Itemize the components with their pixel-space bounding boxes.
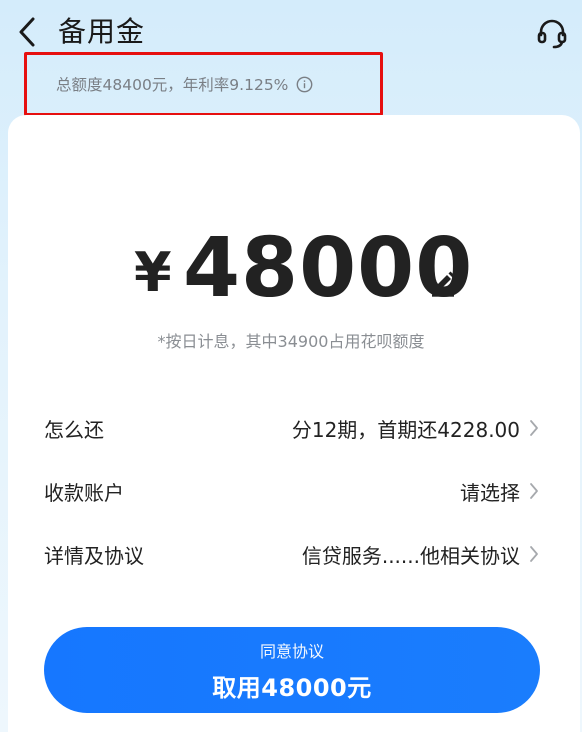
- credit-summary-text: 总额度48400元，年利率9.125%: [56, 76, 289, 94]
- agree-agreement-label: 同意协议: [259, 641, 324, 661]
- borrow-amount-label: 取用48000元: [212, 673, 372, 702]
- row-label: 收款账户: [44, 480, 124, 505]
- back-button[interactable]: [10, 12, 44, 52]
- details-agreement-row[interactable]: 详情及协议 信贷服务......他相关协议: [44, 534, 540, 574]
- info-icon[interactable]: [296, 76, 313, 93]
- chevron-right-icon: [528, 418, 540, 438]
- currency-symbol: ¥: [134, 241, 172, 304]
- headset-icon: [537, 19, 567, 49]
- row-label: 怎么还: [44, 417, 104, 442]
- confirm-borrow-button[interactable]: 同意协议 取用48000元: [44, 627, 540, 713]
- chevron-left-icon: [19, 17, 35, 47]
- repayment-plan-row[interactable]: 怎么还 分12期，首期还4228.00: [44, 408, 540, 448]
- row-value: 分12期，首期还4228.00: [291, 417, 520, 442]
- pencil-icon: [432, 271, 455, 297]
- row-value: 信贷服务......他相关协议: [301, 543, 520, 568]
- page-title: 备用金: [58, 15, 146, 48]
- interest-note: *按日计息，其中34900占用花呗额度: [157, 332, 425, 351]
- customer-service-button[interactable]: [532, 13, 572, 53]
- receiving-account-row[interactable]: 收款账户 请选择: [44, 471, 540, 511]
- edit-amount-button[interactable]: [428, 266, 458, 298]
- chevron-right-icon: [528, 544, 540, 564]
- row-value: 请选择: [460, 480, 520, 505]
- chevron-right-icon: [528, 481, 540, 501]
- row-label: 详情及协议: [44, 543, 144, 568]
- credit-summary-highlight: 总额度48400元，年利率9.125%: [24, 52, 383, 116]
